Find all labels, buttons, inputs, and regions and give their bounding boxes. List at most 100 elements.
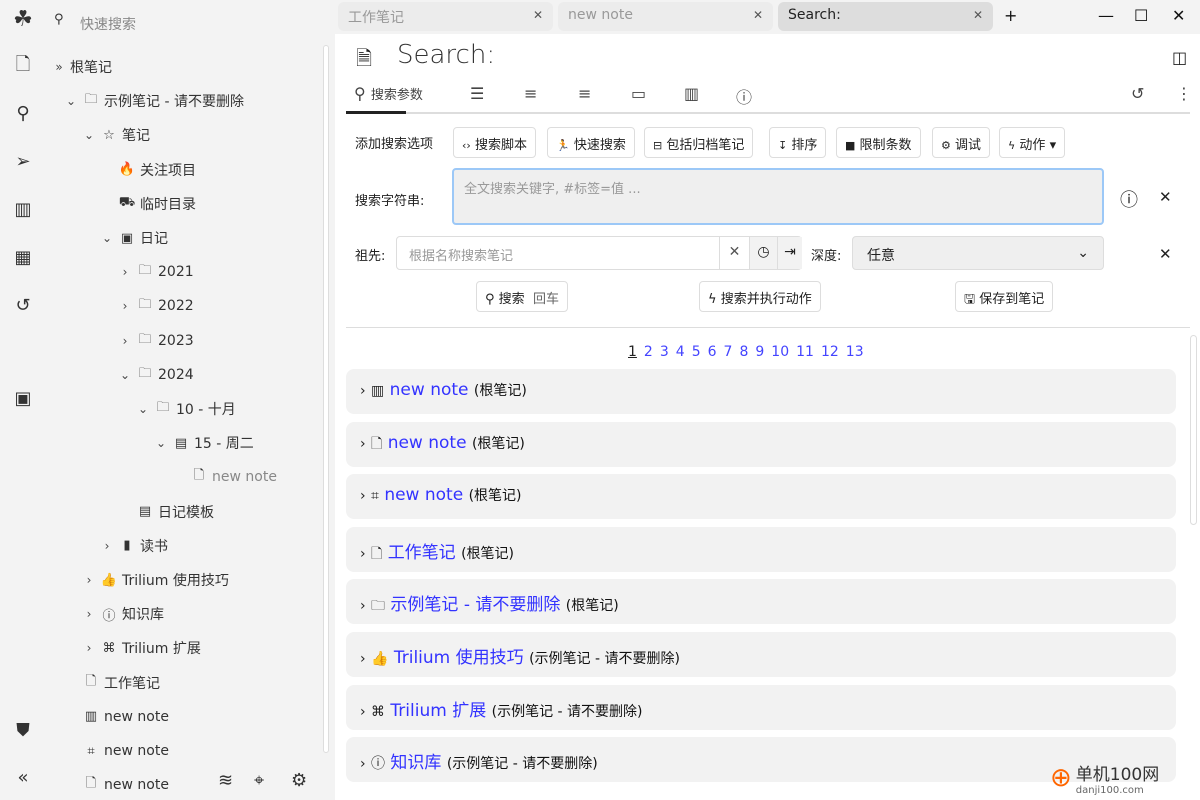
history-icon[interactable]: ↺ <box>1131 84 1144 103</box>
close-window-button[interactable]: ✕ <box>1172 6 1185 25</box>
remove-search-string-icon[interactable]: ✕ <box>1159 188 1172 206</box>
chevron-right-icon[interactable]: › <box>360 704 366 720</box>
search-result-row[interactable]: › 🗋 工作笔记 (根笔记) <box>346 526 1176 572</box>
option-button[interactable]: ■ 限制条数 <box>836 127 921 158</box>
chevron-right-icon[interactable]: › <box>116 334 134 348</box>
search-execute-button[interactable]: ϟ 搜索并执行动作 <box>699 281 821 312</box>
ancestor-input[interactable]: 根据名称搜索笔记 ✕ ◷ ⇥ <box>396 236 802 270</box>
result-title-link[interactable]: 示例笔记 - 请不要删除 <box>390 595 560 615</box>
tree-item[interactable]: › ▮ 读书 <box>98 531 168 561</box>
save-to-note-button[interactable]: 🖫 保存到笔记 <box>955 281 1054 312</box>
page-link[interactable]: 6 <box>708 344 717 360</box>
result-title-link[interactable]: new note <box>384 485 463 505</box>
tree-item[interactable]: ⌄ 🗀 2024 <box>116 360 194 390</box>
tree-item[interactable]: ⌄ ☆ 笔记 <box>80 120 150 150</box>
map-icon[interactable]: ▥ <box>10 196 36 222</box>
history-icon[interactable]: ↺ <box>10 292 36 318</box>
tab-work-notes[interactable]: 工作笔记 ✕ <box>338 2 553 31</box>
chevron-down-icon[interactable]: ⌄ <box>116 368 134 382</box>
depth-select[interactable]: 任意 ⌄ <box>852 236 1104 270</box>
minimize-button[interactable]: — <box>1098 6 1114 25</box>
option-button[interactable]: ↧ 排序 <box>769 127 827 158</box>
chevron-right-icon[interactable]: › <box>116 299 134 313</box>
search-button[interactable]: ⚲ 搜索 回车 <box>476 281 568 312</box>
tree-item[interactable]: 🔥 关注项目 <box>98 155 196 185</box>
chevron-right-icon[interactable]: › <box>360 651 366 667</box>
tree-item[interactable]: 🗋 new note <box>170 462 277 492</box>
tree-item[interactable]: › 🗀 2022 <box>116 291 194 321</box>
search-result-row[interactable]: › 🗀 示例笔记 - 请不要删除 (根笔记) <box>346 579 1176 625</box>
tab-new-note[interactable]: new note ✕ <box>558 2 773 31</box>
double-chevron-icon[interactable]: » <box>50 60 68 74</box>
recent-icon[interactable]: ◷ <box>749 237 777 269</box>
maximize-button[interactable]: ☐ <box>1134 6 1148 25</box>
tree-item[interactable]: › ⌘ Trilium 扩展 <box>80 633 201 663</box>
results-scrollbar[interactable] <box>1190 335 1197 525</box>
jump-icon[interactable]: ⇥ <box>777 237 802 269</box>
chevron-right-icon[interactable]: › <box>360 488 366 504</box>
tree-item[interactable]: 🗋 new note <box>62 770 169 800</box>
page-link[interactable]: 10 <box>771 344 789 360</box>
result-title-link[interactable]: 知识库 <box>390 753 441 773</box>
option-button[interactable]: ⚙ 调试 <box>932 127 991 158</box>
search-result-row[interactable]: › ▥ new note (根笔记) <box>346 369 1176 414</box>
chevron-right-icon[interactable]: › <box>80 607 98 621</box>
close-tab-icon[interactable]: ✕ <box>973 8 983 22</box>
map-icon[interactable]: ▥ <box>684 84 699 103</box>
page-link[interactable]: 12 <box>821 344 839 360</box>
tree-item[interactable]: ⛟ 临时目录 <box>98 189 196 219</box>
search-result-row[interactable]: › 🗋 new note (根笔记) <box>346 421 1176 467</box>
tree-item[interactable]: › ⓘ 知识库 <box>80 599 164 629</box>
layers-icon[interactable]: ≋ <box>218 770 233 791</box>
tree-item[interactable]: › 🗀 2023 <box>116 326 194 356</box>
result-title-link[interactable]: new note <box>390 380 469 400</box>
close-tab-icon[interactable]: ✕ <box>533 8 543 22</box>
tree-item[interactable]: ⌄ 🗀 示例笔记 - 请不要删除 <box>62 86 244 116</box>
chevron-right-icon[interactable]: › <box>80 641 98 655</box>
tree-item[interactable]: ⌄ 🗀 10 - 十月 <box>134 394 236 424</box>
remove-ancestor-icon[interactable]: ✕ <box>1159 245 1172 263</box>
tree-item[interactable]: 🗋 工作笔记 <box>62 668 160 698</box>
locate-icon[interactable]: ⌖ <box>254 770 264 791</box>
tree-item[interactable]: » 根笔记 <box>50 52 112 82</box>
new-note-icon[interactable]: 🗋 <box>10 54 36 80</box>
note-title[interactable]: Search: <box>397 40 495 70</box>
ribbon-tab-search-params[interactable]: ⚲ 搜索参数 <box>354 84 423 103</box>
page-link[interactable]: 2 <box>644 344 653 360</box>
checklist-icon[interactable]: ≡ <box>524 84 537 103</box>
chevron-down-icon[interactable]: ⌄ <box>134 402 152 416</box>
page-link[interactable]: 8 <box>739 344 748 360</box>
chevron-right-icon[interactable]: › <box>98 539 116 553</box>
tab-search[interactable]: Search: ✕ <box>778 2 993 31</box>
sliders-icon[interactable]: ☰ <box>470 84 484 103</box>
archive-icon[interactable]: ▭ <box>631 84 646 103</box>
page-link[interactable]: 3 <box>660 344 669 360</box>
chevron-right-icon[interactable]: › <box>360 598 366 614</box>
close-tab-icon[interactable]: ✕ <box>753 8 763 22</box>
search-result-row[interactable]: › ⌘ Trilium 扩展 (示例笔记 - 请不要删除) <box>346 684 1176 730</box>
tree-item[interactable]: › 👍 Trilium 使用技巧 <box>80 565 229 595</box>
result-title-link[interactable]: Trilium 使用技巧 <box>394 648 524 668</box>
option-button[interactable]: ϟ 动作 ▾ <box>999 127 1066 158</box>
chevron-right-icon[interactable]: › <box>360 383 366 399</box>
settings-icon[interactable]: ⚙ <box>291 770 307 791</box>
calendar-star-icon[interactable]: ▣ <box>10 385 36 411</box>
search-result-row[interactable]: › ⌗ new note (根笔记) <box>346 474 1176 520</box>
result-title-link[interactable]: 工作笔记 <box>388 543 456 563</box>
tree-item[interactable]: ⌄ ▣ 日记 <box>98 223 168 253</box>
chevron-down-icon[interactable]: ⌄ <box>62 94 80 108</box>
tree-item[interactable]: ⌄ ▤ 15 - 周二 <box>152 428 254 458</box>
page-link[interactable]: 11 <box>796 344 814 360</box>
trilium-logo-icon[interactable]: ☘ <box>10 6 36 32</box>
page-link[interactable]: 9 <box>755 344 764 360</box>
page-link[interactable]: 4 <box>676 344 685 360</box>
chevron-down-icon[interactable]: ⌄ <box>98 231 116 245</box>
list-add-icon[interactable]: ≡ <box>578 84 591 103</box>
page-link[interactable]: 5 <box>692 344 701 360</box>
option-button[interactable]: ‹› 搜索脚本 <box>453 127 536 158</box>
tree-item[interactable]: ⌗ new note <box>62 736 169 766</box>
help-icon[interactable]: ⓘ <box>1120 186 1138 212</box>
chevron-right-icon[interactable]: › <box>116 265 134 279</box>
clear-icon[interactable]: ✕ <box>719 237 749 269</box>
search-string-input[interactable]: 全文搜索关键字, #标签=值 ... <box>452 168 1104 225</box>
